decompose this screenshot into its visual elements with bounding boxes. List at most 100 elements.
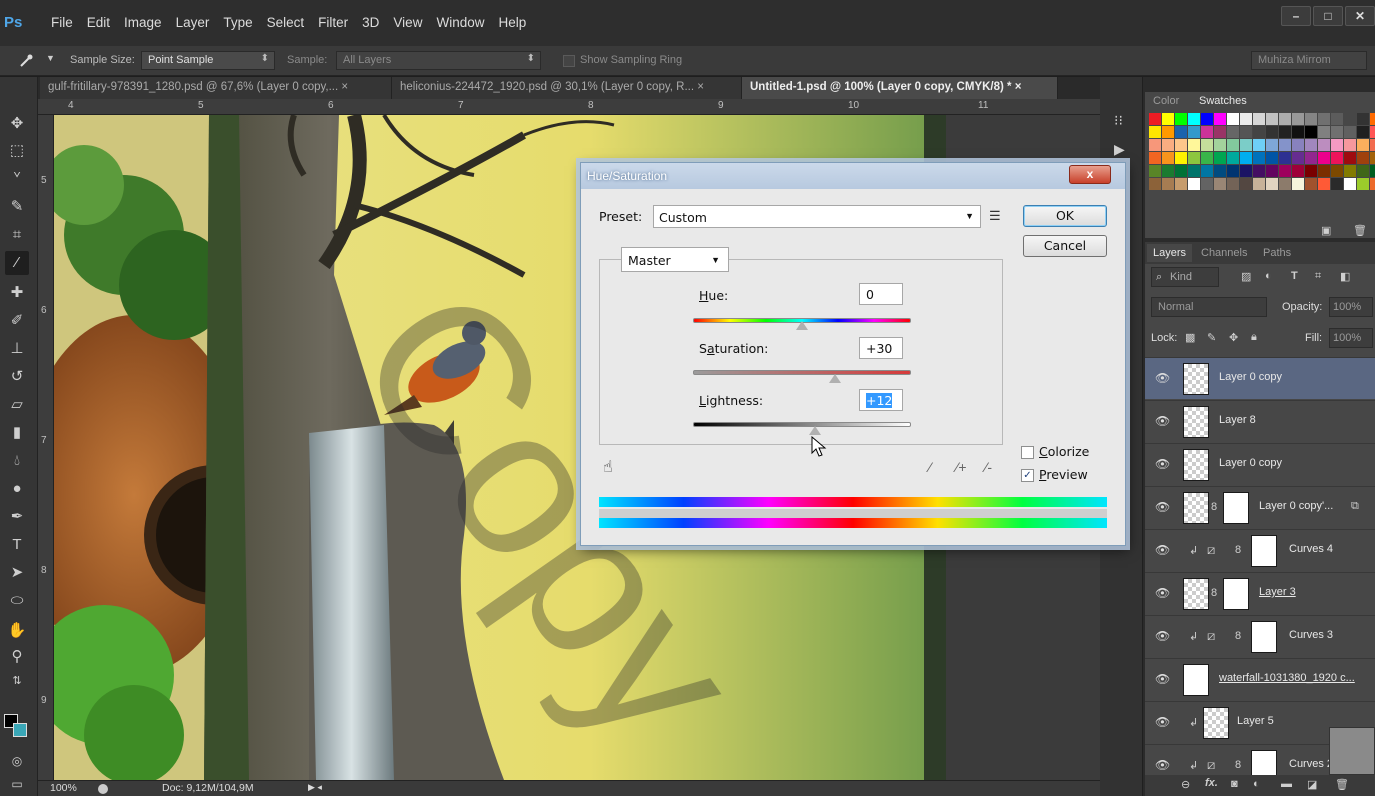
- workspace-switcher[interactable]: Muhiza Mirrom: [1251, 51, 1367, 70]
- color-swatch[interactable]: [1318, 152, 1330, 164]
- quick-mask-icon[interactable]: ◎: [5, 749, 29, 773]
- filter-adjustment-icon[interactable]: ◐: [1265, 270, 1272, 282]
- color-swatch[interactable]: [1370, 178, 1375, 190]
- color-swatch[interactable]: [1266, 152, 1278, 164]
- color-swatch[interactable]: [1370, 113, 1375, 125]
- tab-heliconius[interactable]: heliconius-224472_1920.psd @ 30,1% (Laye…: [392, 77, 742, 99]
- layer-row[interactable]: 👁︎ Layer 0 copy: [1145, 443, 1375, 485]
- preview-checkbox[interactable]: ✓: [1021, 469, 1034, 482]
- color-swatch[interactable]: [1292, 113, 1304, 125]
- mask-icon[interactable]: ◙: [1231, 778, 1238, 790]
- eyedropper-plus-icon[interactable]: ⁄+: [956, 459, 967, 475]
- color-swatch[interactable]: [1305, 139, 1317, 151]
- color-swatch[interactable]: [1266, 126, 1278, 138]
- dialog-title-bar[interactable]: Hue/Saturation: [581, 163, 1125, 189]
- saturation-input[interactable]: +30: [859, 337, 903, 359]
- eyedropper-minus-icon[interactable]: ⁄-: [985, 459, 992, 475]
- trash-icon[interactable]: 🗑︎: [1335, 778, 1349, 791]
- layer-row[interactable]: 👁︎ 8 Layer 3: [1145, 572, 1375, 614]
- color-swatch[interactable]: [1240, 165, 1252, 177]
- color-swatch[interactable]: [1175, 113, 1187, 125]
- cancel-button[interactable]: Cancel: [1023, 235, 1107, 257]
- fx-icon[interactable]: fx.: [1205, 777, 1218, 789]
- color-swatch[interactable]: [1201, 152, 1213, 164]
- saturation-slider-knob[interactable]: [828, 374, 841, 383]
- color-swatch[interactable]: [1344, 126, 1356, 138]
- color-swatch[interactable]: [1357, 126, 1369, 138]
- visibility-eye-icon[interactable]: 👁︎: [1155, 715, 1170, 729]
- color-swatch[interactable]: [1188, 126, 1200, 138]
- color-swatch[interactable]: [1162, 152, 1174, 164]
- opacity-input[interactable]: 100%: [1329, 297, 1373, 317]
- brush-tool-icon[interactable]: ✐: [5, 309, 29, 333]
- color-swatch[interactable]: [1331, 178, 1343, 190]
- color-swatch[interactable]: [1188, 113, 1200, 125]
- color-swatch[interactable]: [1318, 165, 1330, 177]
- chain-link-icon[interactable]: 8: [1235, 544, 1241, 556]
- color-swatch[interactable]: [1201, 165, 1213, 177]
- targeted-adjustment-hand-icon[interactable]: ☝︎: [603, 457, 613, 477]
- color-swatch[interactable]: [1188, 139, 1200, 151]
- visibility-eye-icon[interactable]: 👁︎: [1155, 500, 1170, 514]
- color-swatch[interactable]: [1331, 152, 1343, 164]
- filter-pixel-icon[interactable]: ▨: [1241, 270, 1251, 283]
- menu-view[interactable]: View: [386, 15, 429, 30]
- color-swatch[interactable]: [1201, 126, 1213, 138]
- color-swatch[interactable]: [1292, 152, 1304, 164]
- layer-row[interactable]: 👁︎ waterfall-1031380_1920 c...: [1145, 658, 1375, 700]
- visibility-eye-icon[interactable]: 👁︎: [1155, 758, 1170, 772]
- color-swatch[interactable]: [1318, 139, 1330, 151]
- color-swatch[interactable]: [1149, 126, 1161, 138]
- link-icon[interactable]: ⊖: [1181, 778, 1190, 791]
- move-tool-icon[interactable]: ✥: [5, 112, 29, 136]
- color-swatch[interactable]: [1227, 152, 1239, 164]
- adjustment-icon[interactable]: ◐: [1253, 778, 1260, 790]
- close-window-button[interactable]: ✕: [1345, 6, 1375, 26]
- eyedropper-icon[interactable]: ⁄: [929, 459, 931, 475]
- layer-mask-thumbnail[interactable]: [1251, 750, 1277, 775]
- marquee-tool-icon[interactable]: ⬚: [5, 139, 29, 163]
- color-swatch[interactable]: [1344, 178, 1356, 190]
- visibility-eye-icon[interactable]: 👁︎: [1155, 629, 1170, 643]
- lock-position-icon[interactable]: ✥: [1229, 331, 1238, 344]
- visibility-eye-icon[interactable]: 👁︎: [1155, 543, 1170, 557]
- color-swatch[interactable]: [1357, 178, 1369, 190]
- color-swatch[interactable]: [1227, 165, 1239, 177]
- ok-button[interactable]: OK: [1023, 205, 1107, 227]
- color-swatch[interactable]: [1331, 126, 1343, 138]
- color-swatch[interactable]: [1253, 139, 1265, 151]
- visibility-eye-icon[interactable]: 👁︎: [1155, 414, 1170, 428]
- color-swatch[interactable]: [1214, 152, 1226, 164]
- color-swatch[interactable]: [1370, 139, 1375, 151]
- color-swatch[interactable]: [1162, 126, 1174, 138]
- color-swatch[interactable]: [1305, 152, 1317, 164]
- layer-mask-thumbnail[interactable]: [1223, 492, 1249, 524]
- layer-row[interactable]: 👁︎ 8 Layer 0 copy'... ⧉: [1145, 486, 1375, 528]
- filter-type-icon[interactable]: T: [1291, 270, 1298, 282]
- menu-edit[interactable]: Edit: [80, 15, 117, 30]
- color-swatch[interactable]: [1266, 178, 1278, 190]
- layer-row[interactable]: 👁︎ ↲ ⧄ 8 Curves 4: [1145, 529, 1375, 571]
- channel-dropdown[interactable]: Master ▼: [621, 247, 729, 272]
- menu-image[interactable]: Image: [117, 15, 169, 30]
- chain-link-icon[interactable]: 8: [1211, 587, 1217, 599]
- crop-tool-icon[interactable]: ⌗: [5, 223, 29, 247]
- color-swatch[interactable]: [1175, 139, 1187, 151]
- swap-colors-icon[interactable]: ⇅: [5, 669, 29, 693]
- minimize-button[interactable]: –: [1281, 6, 1311, 26]
- color-swatch[interactable]: [1279, 178, 1291, 190]
- color-swatch[interactable]: [1188, 152, 1200, 164]
- color-swatch[interactable]: [1305, 113, 1317, 125]
- color-swatch[interactable]: [1305, 126, 1317, 138]
- color-swatch[interactable]: [1188, 178, 1200, 190]
- color-swatch[interactable]: [1240, 126, 1252, 138]
- clone-stamp-tool-icon[interactable]: ⊥: [5, 337, 29, 361]
- color-swatch[interactable]: [1149, 178, 1161, 190]
- path-selection-tool-icon[interactable]: ➤: [5, 561, 29, 585]
- zoom-level[interactable]: 100%: [50, 782, 77, 794]
- lightness-input[interactable]: +12: [859, 389, 903, 411]
- eyedropper-tool-icon[interactable]: ⁄: [5, 251, 29, 275]
- color-swatch[interactable]: [1149, 152, 1161, 164]
- color-swatch[interactable]: [1266, 165, 1278, 177]
- color-swatch[interactable]: [1188, 165, 1200, 177]
